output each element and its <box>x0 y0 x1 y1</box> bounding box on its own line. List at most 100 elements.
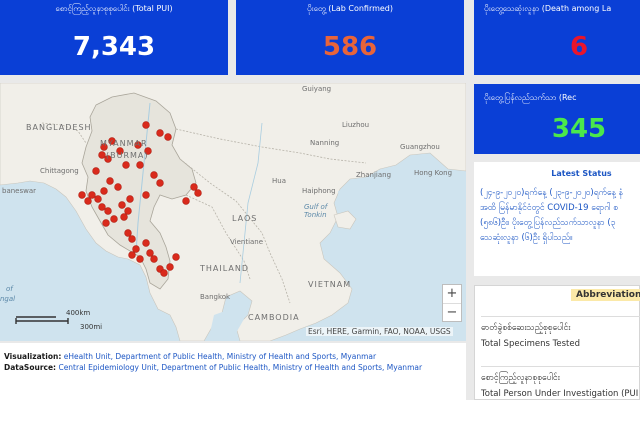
case-location-dot[interactable] <box>120 213 128 221</box>
case-location-dot[interactable] <box>132 245 140 253</box>
case-location-dot[interactable] <box>94 195 102 203</box>
case-location-dot[interactable] <box>172 253 180 261</box>
visualization-credit: Visualization: eHealth Unit, Department … <box>4 351 462 362</box>
case-location-dot[interactable] <box>88 191 96 199</box>
label-hong-kong: Hong Kong <box>414 169 453 177</box>
latest-status-text: (၂၄-၉-၂၀၂၀)ရက်နေ့ (၂၃-၉-၂၀၂၀)ရက်နေ့ နံ အ… <box>480 188 624 243</box>
datasource-credit: DataSource: Central Epidemiology Unit, D… <box>4 362 462 373</box>
case-location-dot[interactable] <box>122 161 130 169</box>
case-location-dot[interactable] <box>106 177 114 185</box>
label-bengal: ngal <box>0 295 16 303</box>
label-bangkok: Bangkok <box>200 293 231 301</box>
page-footer-area <box>0 400 640 426</box>
recovered-title: ပိုးတွေ့ပြန်လည်သက်သာ (Rec <box>484 93 577 102</box>
abbreviation-panel: Abbreviation ဓာတ်ခွဲစစ်ဆေးသည့်စုစုပေါင်း… <box>474 285 640 400</box>
latest-status-panel: Latest Status (၂၄-၉-၂၀၂၀)ရက်နေ့ (၂၃-၉-၂၀… <box>474 162 640 276</box>
death-value: 6 <box>569 32 589 62</box>
visualization-label: Visualization: <box>4 352 62 361</box>
abbreviation-mm: စောင့်ကြည့်လူနာစုစုပေါင်း <box>481 373 560 383</box>
label-of: of <box>6 285 13 293</box>
case-location-dot[interactable] <box>156 129 164 137</box>
label-haiphong: Haiphong <box>302 187 336 195</box>
total-pui-title: စောင့်ကြည့်လူနာစုစုပေါင်း (Total PUI) <box>55 4 173 13</box>
latest-status-title: Latest Status <box>551 169 612 178</box>
case-location-dot[interactable] <box>150 255 158 263</box>
case-location-dot[interactable] <box>98 203 106 211</box>
lab-confirmed-card: ပိုးတွေ့ (Lab Confirmed) 586 <box>236 0 464 75</box>
case-location-dot[interactable] <box>102 219 110 227</box>
case-location-dot[interactable] <box>126 195 134 203</box>
case-location-dot[interactable] <box>124 207 132 215</box>
map-basemap <box>0 83 466 341</box>
label-guangzhou: Guangzhou <box>400 143 440 151</box>
zoom-in-button[interactable]: + <box>443 285 461 303</box>
case-location-dot[interactable] <box>124 229 132 237</box>
total-pui-card: စောင့်ကြည့်လူနာစုစုပေါင်း (Total PUI) 7,… <box>0 0 228 75</box>
abbreviation-en: Total Person Under Investigation (PUI <box>481 389 639 399</box>
abbreviation-heading: Abbreviation <box>571 289 640 301</box>
case-location-dot[interactable] <box>78 191 86 199</box>
label-cambodia: CAMBODIA <box>248 313 300 322</box>
case-location-dot[interactable] <box>164 133 172 141</box>
lab-confirmed-title: ပိုးတွေ့ (Lab Confirmed) <box>306 4 394 13</box>
credits-panel: Visualization: eHealth Unit, Department … <box>0 343 466 400</box>
case-location-dot[interactable] <box>92 167 100 175</box>
datasource-link[interactable]: Central Epidemiology Unit, Department of… <box>58 363 422 372</box>
recovered-card: ပိုးတွေ့ပြန်လည်သက်သာ (Rec 345 <box>474 84 640 154</box>
case-location-dot[interactable] <box>128 235 136 243</box>
label-laos: LAOS <box>232 214 258 223</box>
scale-mi: 300mi <box>80 323 103 331</box>
case-location-dot[interactable] <box>110 215 118 223</box>
case-location-dot[interactable] <box>114 183 122 191</box>
label-thailand: THAILAND <box>200 264 249 273</box>
case-location-dot[interactable] <box>156 179 164 187</box>
case-location-dot[interactable] <box>142 121 150 129</box>
abbreviation-mm: ဓာတ်ခွဲစစ်ဆေးသည့်စုစုပေါင်း <box>481 323 571 333</box>
label-vietnam: VIETNAM <box>308 280 352 289</box>
case-location-dot[interactable] <box>142 239 150 247</box>
case-location-dot[interactable] <box>136 161 144 169</box>
recovered-value: 345 <box>551 114 607 144</box>
total-pui-value: 7,343 <box>72 32 156 62</box>
case-location-dot[interactable] <box>136 255 144 263</box>
case-location-dot[interactable] <box>190 183 198 191</box>
case-location-dot[interactable] <box>166 263 174 271</box>
label-bangladesh: BANGLADESH <box>26 123 92 132</box>
abbreviation-item: စောင့်ကြည့်လူနာစုစုပေါင်း Total Person U… <box>481 366 640 399</box>
visualization-link[interactable]: eHealth Unit, Department of Public Healt… <box>64 352 376 361</box>
case-location-dot[interactable] <box>146 249 154 257</box>
case-location-dot[interactable] <box>182 197 190 205</box>
case-location-dot[interactable] <box>84 197 92 205</box>
lab-confirmed-value: 586 <box>322 32 378 62</box>
label-vientiane: Vientiane <box>230 238 264 246</box>
scale-km: 400km <box>66 309 91 317</box>
label-guiyang: Guiyang <box>302 85 332 93</box>
case-location-dot[interactable] <box>142 191 150 199</box>
case-location-dot[interactable] <box>98 151 106 159</box>
case-location-dot[interactable] <box>194 189 202 197</box>
label-liuzhou: Liuzhou <box>342 121 370 129</box>
abbreviation-en: Total Specimens Tested <box>481 339 580 349</box>
death-title: ပိုးတွေ့သေဆုံးလူနာ (Death among La <box>484 4 612 13</box>
zoom-out-button[interactable]: − <box>443 303 461 321</box>
label-zhanjiang: Zhanjiang <box>356 171 392 179</box>
datasource-label: DataSource: <box>4 363 57 372</box>
abbreviation-item: ဓာတ်ခွဲစစ်ဆေးသည့်စုစုပေါင်း Total Specim… <box>481 316 640 349</box>
label-nanning: Nanning <box>310 139 340 147</box>
case-location-dot[interactable] <box>150 171 158 179</box>
label-burma: (BURMA) <box>106 151 149 160</box>
label-myanmar: MYANMAR <box>100 139 148 148</box>
label-baneswar: baneswar <box>2 187 37 195</box>
label-gulf-of-tonkin: Gulf of Tonkin <box>304 203 328 219</box>
label-hua: Hua <box>272 177 286 185</box>
map-attribution: Esri, HERE, Garmin, FAO, NOAA, USGS <box>306 327 453 336</box>
zoom-control: + − <box>442 284 462 322</box>
label-chittagong: Chittagong <box>40 167 79 175</box>
case-location-dot[interactable] <box>128 251 136 259</box>
death-card: ပိုးတွေ့သေဆုံးလူနာ (Death among La 6 <box>474 0 640 75</box>
case-location-dot[interactable] <box>160 269 168 277</box>
map-view[interactable]: BANGLADESH MYANMAR (BURMA) LAOS THAILAND… <box>0 83 466 341</box>
case-location-dot[interactable] <box>100 187 108 195</box>
case-location-dot[interactable] <box>118 201 126 209</box>
case-location-dot[interactable] <box>104 207 112 215</box>
